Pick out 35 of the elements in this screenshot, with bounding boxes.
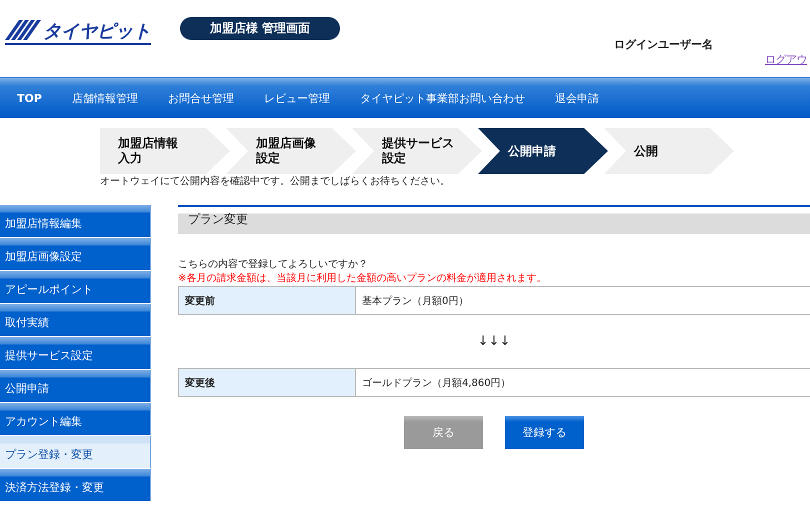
progress-step: 加盟店情報入力: [100, 128, 230, 174]
billing-warning: ※各月の請求金額は、当該月に利用した金額の高いプランの料金が適用されます。: [178, 272, 548, 286]
logo-text: タイヤピット: [43, 22, 151, 42]
section-heading: プラン変更: [178, 205, 810, 234]
sidebar-item[interactable]: 加盟店画像設定: [0, 238, 151, 270]
sidebar-item[interactable]: アカウント編集: [0, 403, 151, 435]
nav-link[interactable]: 退会申請: [554, 90, 599, 106]
down-arrows: ↓↓↓: [476, 333, 512, 351]
nav-link[interactable]: お問合せ管理: [168, 90, 234, 106]
sidebar-item[interactable]: 取付実績: [0, 304, 151, 336]
status-notice: オートウェイにて公開内容を確認中です。公開までしばらくお待ちください。: [100, 175, 451, 189]
progress-step: 加盟店画像設定: [226, 128, 356, 174]
progress-step: 提供サービス設定: [352, 128, 482, 174]
login-user-name: ログインユーザー名: [614, 37, 713, 52]
nav-link[interactable]: タイヤピット事業部お問い合わせ: [360, 90, 525, 106]
table-header-cell: 変更前: [179, 287, 356, 314]
nav-link[interactable]: レビュー管理: [264, 90, 330, 106]
progress-step: 公開: [604, 128, 734, 174]
nav-link[interactable]: TOP: [17, 92, 42, 104]
logout-link[interactable]: ログアウ: [765, 52, 807, 67]
sidebar-item[interactable]: プラン登録・変更: [0, 436, 151, 468]
nav-link[interactable]: 店舗情報管理: [72, 90, 138, 106]
tire-stripes-icon: [5, 18, 41, 42]
sidebar-item[interactable]: 公開申請: [0, 370, 151, 402]
sidebar-item[interactable]: 加盟店情報編集: [0, 205, 151, 237]
confirm-question: こちらの内容で登録してよろしいですか？: [178, 258, 369, 272]
submit-button[interactable]: 登録する: [505, 416, 584, 449]
site-badge: 加盟店様 管理画面: [180, 17, 340, 40]
sidebar-item[interactable]: 決済方法登録・変更: [0, 469, 151, 501]
table-cell-text: ゴールドプラン（月額4,860円）: [361, 376, 512, 390]
progress-step: 公開申請: [478, 128, 608, 174]
sidebar-item[interactable]: 提供サービス設定: [0, 337, 151, 369]
table-header-cell: 変更後: [179, 369, 356, 396]
table-cell-text: 基本プラン（月額0円）: [361, 294, 470, 308]
sidebar-item[interactable]: アピールポイント: [0, 271, 151, 303]
